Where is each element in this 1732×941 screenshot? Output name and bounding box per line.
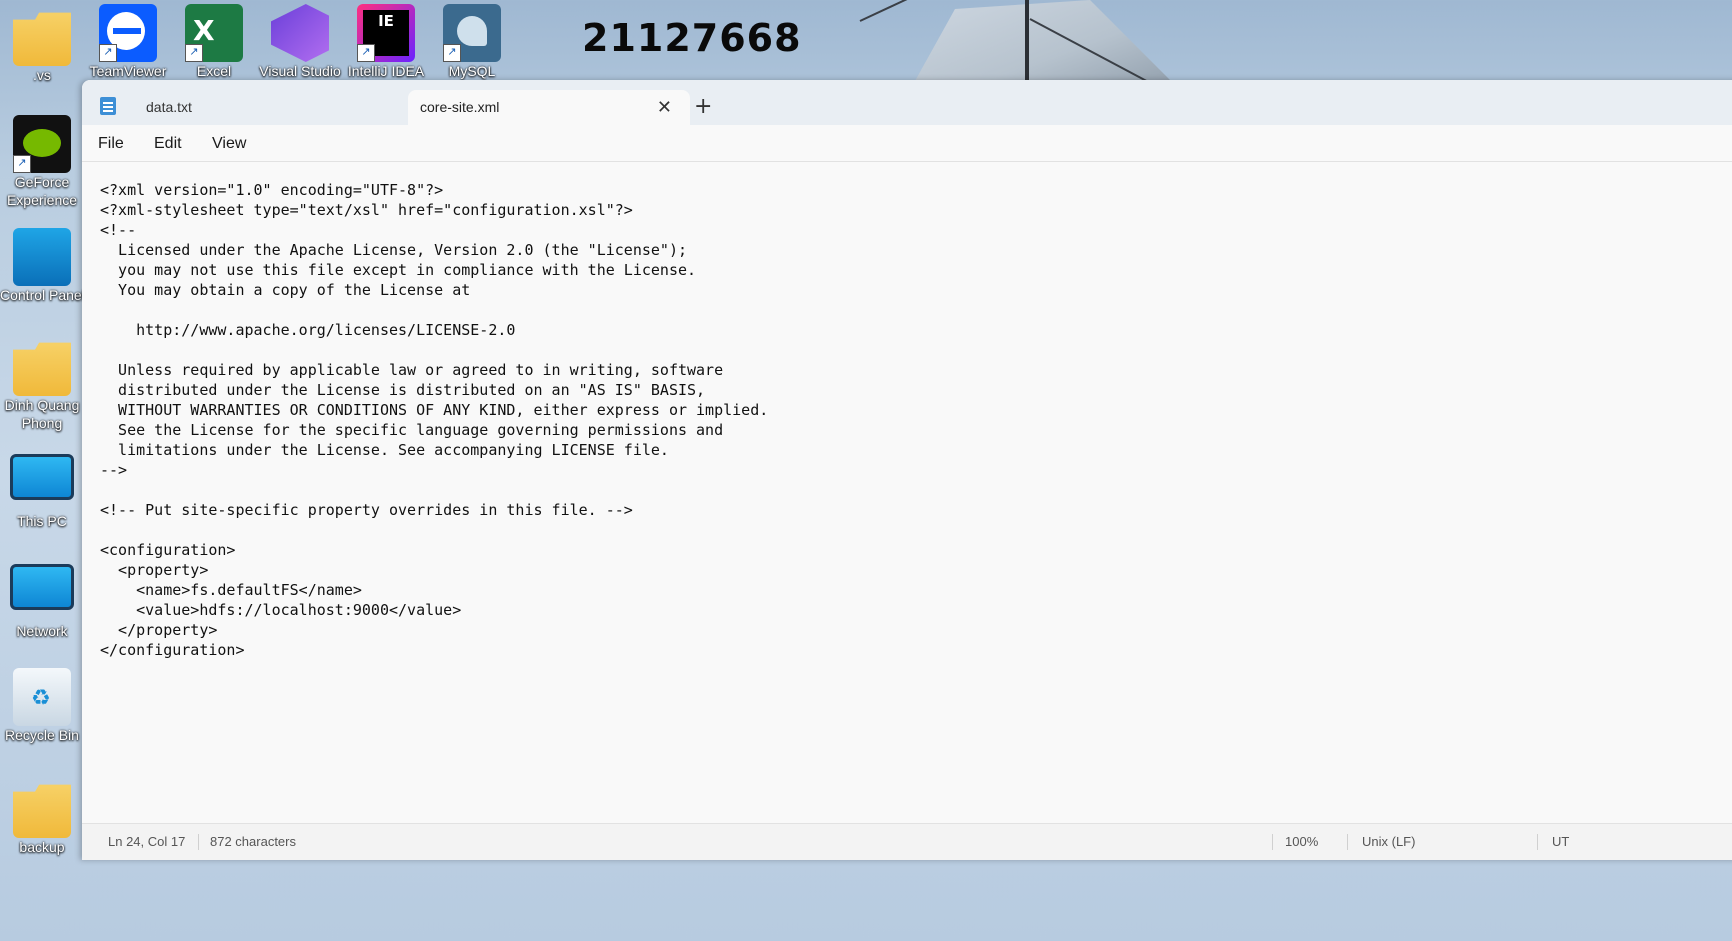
new-tab-button[interactable]: + [694,95,712,119]
character-count: 872 characters [210,834,296,849]
tab-label: core-site.xml [420,99,500,115]
recycle-bin-icon: ♻ [13,668,71,726]
desktop-icon-mysql[interactable]: ↗ MySQL [430,4,514,80]
desktop-banner-number: 21127668 [582,16,802,60]
desktop-icon-vs[interactable]: .vs [0,8,84,84]
tab-core-site-xml[interactable]: core-site.xml ✕ [408,90,690,125]
line-ending[interactable]: Unix (LF) [1362,824,1415,860]
tab-data-txt[interactable]: data.txt [134,90,446,125]
status-bar: Ln 24, Col 17 872 characters 100% Unix (… [82,823,1732,860]
tab-label: data.txt [146,99,192,115]
teamviewer-icon: ↗ [99,4,157,62]
intellij-idea-icon: IE ↗ [357,4,415,62]
cursor-position: Ln 24, Col 17 [108,834,186,849]
menu-file[interactable]: File [98,135,124,153]
desktop-icon-intellij[interactable]: IE ↗ IntelliJ IDEA [344,4,428,80]
this-pc-icon [10,454,74,500]
menu-view[interactable]: View [212,135,246,153]
wallpaper-mast [1025,0,1029,88]
tab-bar: data.txt core-site.xml ✕ + [82,80,1732,125]
desktop-icon-this-pc[interactable]: This PC [0,448,84,530]
desktop-icon-geforce[interactable]: ↗ GeForce Experience [0,115,84,209]
user-folder-icon [13,342,71,396]
network-icon [10,564,74,610]
folder-icon [13,12,71,66]
excel-icon: X ↗ [185,4,243,62]
zoom-level[interactable]: 100% [1285,824,1318,860]
visual-studio-icon [271,4,329,62]
desktop-icon-excel[interactable]: X ↗ Excel [172,4,256,80]
desktop-icon-teamviewer[interactable]: ↗ TeamViewer [86,4,170,80]
mysql-icon: ↗ [443,4,501,62]
notepad-window: data.txt core-site.xml ✕ + File Edit Vie… [82,80,1732,860]
desktop-icon-control-panel[interactable]: Control Panel [0,228,85,304]
wallpaper-sail [910,0,1180,90]
desktop-icon-recycle-bin[interactable]: ♻ Recycle Bin [0,668,84,744]
notepad-icon [100,97,116,115]
desktop-icon-backup[interactable]: backup [0,780,84,856]
menu-bar: File Edit View [82,125,1732,162]
encoding[interactable]: UT [1552,824,1569,860]
text-editor[interactable]: <?xml version="1.0" encoding="UTF-8"?> <… [100,180,1732,824]
close-tab-icon[interactable]: ✕ [657,90,672,125]
folder-icon [13,784,71,838]
geforce-experience-icon: ↗ [13,115,71,173]
desktop-icon-network[interactable]: Network [0,558,84,640]
desktop-icon-user-folder[interactable]: Dinh Quang Phong [0,338,84,432]
menu-edit[interactable]: Edit [154,135,182,153]
desktop-icon-visual-studio[interactable]: Visual Studio [258,4,342,80]
control-panel-icon [13,228,71,286]
